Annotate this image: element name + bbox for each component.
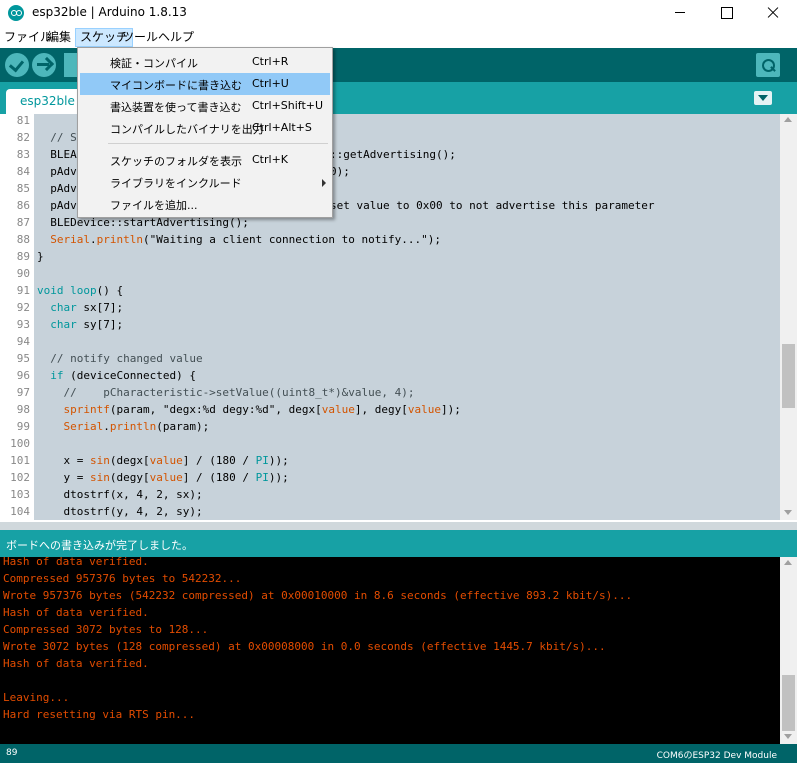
line-number: 93 <box>16 318 30 331</box>
line-number: 101 <box>10 454 30 467</box>
maximize-button[interactable] <box>703 0 749 26</box>
line-number: 83 <box>16 148 30 161</box>
line-number: 89 <box>16 250 30 263</box>
line-number: 104 <box>10 505 30 518</box>
line-number: 85 <box>16 182 30 195</box>
code-line: // S <box>37 131 77 144</box>
console-line: Wrote 957376 bytes (542232 compressed) a… <box>3 589 633 602</box>
line-number-gutter: 81 82 83 84 85 86 87 88 89 90 91 92 93 9… <box>0 114 34 520</box>
line-number: 100 <box>10 437 30 450</box>
code-line: dtostrf(x, 4, 2, sx); <box>37 488 203 501</box>
line-number: 87 <box>16 216 30 229</box>
code-line: dtostrf(y, 4, 2, sy); <box>37 505 203 518</box>
menu-item-show-sketch-folder[interactable]: スケッチのフォルダを表示 Ctrl+K <box>80 149 330 171</box>
line-number: 92 <box>16 301 30 314</box>
code-line: void loop() { <box>37 284 124 297</box>
menu-item-verify-compile[interactable]: 検証・コンパイル Ctrl+R <box>80 51 330 73</box>
code-line: Serial.println(param); <box>63 420 210 433</box>
code-line: sprintf(param, "degx:%d degy:%d", degx[v… <box>63 403 461 416</box>
menu-item-upload-using-programmer[interactable]: 書込装置を使って書き込む Ctrl+Shift+U <box>80 95 330 117</box>
menu-help[interactable]: ヘルプ <box>154 28 198 47</box>
code-line: BLEA::getAdvertising(); <box>37 148 456 161</box>
code-line: x = sin(degx[value] / (180 / PI)); <box>37 454 289 467</box>
line-number: 103 <box>10 488 30 501</box>
window-title: esp32ble | Arduino 1.8.13 <box>32 5 187 19</box>
console-line: Hash of data verified. <box>3 606 149 619</box>
console-line: Compressed 957376 bytes to 542232... <box>3 572 242 585</box>
close-button[interactable] <box>749 0 795 26</box>
serial-monitor-button[interactable] <box>756 53 780 77</box>
console-output[interactable]: Hash of data verified. Compressed 957376… <box>0 555 797 744</box>
code-line: if (deviceConnected) { <box>50 369 196 382</box>
line-number: 99 <box>16 420 30 433</box>
board-port-indicator: COM6のESP32 Dev Module <box>656 751 777 761</box>
line-number: 96 <box>16 369 30 382</box>
scroll-down-arrow-icon[interactable] <box>784 734 792 739</box>
code-line: char sy[7]; <box>50 318 124 331</box>
console-scrollbar[interactable] <box>780 557 797 744</box>
editor-scrollbar[interactable] <box>780 114 797 520</box>
console-line: Leaving... <box>3 691 70 704</box>
title-bar: esp32ble | Arduino 1.8.13 <box>0 0 797 26</box>
code-line: char sx[7]; <box>50 301 124 314</box>
console-line: Compressed 3072 bytes to 128... <box>3 623 209 636</box>
minimize-button[interactable] <box>657 0 703 26</box>
footer-bar: 89 COM6のESP32 Dev Module <box>0 744 797 763</box>
line-number: 82 <box>16 131 30 144</box>
panel-divider[interactable] <box>0 522 797 530</box>
code-line: // pCharacteristic->setValue((uint8_t*)&… <box>37 386 415 399</box>
line-number: 91 <box>16 284 30 297</box>
line-number: 97 <box>16 386 30 399</box>
scroll-up-arrow-icon[interactable] <box>784 560 792 565</box>
line-number: 86 <box>16 199 30 212</box>
line-number: 102 <box>10 471 30 484</box>
code-line: // notify changed value <box>37 352 203 365</box>
line-number: 98 <box>16 403 30 416</box>
console-line: Hash of data verified. <box>3 555 149 568</box>
code-line: y = sin(degy[value] / (180 / PI)); <box>37 471 289 484</box>
code-line: pAdv 0); <box>37 165 350 178</box>
console-line: Hash of data verified. <box>3 657 149 670</box>
code-line: pAdv set value to 0x00 to not advertise t… <box>37 199 655 212</box>
status-bar: ボードへの書き込みが完了しました。 <box>0 530 797 557</box>
console-line: Hard resetting via RTS pin... <box>3 708 196 721</box>
menu-item-add-file[interactable]: ファイルを追加... <box>80 193 330 215</box>
line-number: 90 <box>16 267 30 280</box>
menu-bar: ファイル 編集 スケッチ ツール ヘルプ <box>0 26 797 48</box>
scroll-down-arrow-icon[interactable] <box>784 510 792 515</box>
sketch-dropdown-menu: 検証・コンパイル Ctrl+R マイコンボードに書き込む Ctrl+U 書込装置… <box>77 47 333 218</box>
code-line: pAdv <box>37 182 77 195</box>
upload-button[interactable] <box>32 53 56 77</box>
menu-item-include-library[interactable]: ライブラリをインクルード <box>80 171 330 193</box>
line-number: 84 <box>16 165 30 178</box>
menu-separator <box>108 143 328 144</box>
status-message: ボードへの書き込みが完了しました。 <box>6 539 193 552</box>
menu-item-export-binary[interactable]: コンパイルしたバイナリを出力 Ctrl+Alt+S <box>80 117 330 139</box>
line-number: 88 <box>16 233 30 246</box>
line-number: 95 <box>16 352 30 365</box>
verify-button[interactable] <box>5 53 29 77</box>
line-indicator: 89 <box>6 748 18 758</box>
menu-item-upload[interactable]: マイコンボードに書き込む Ctrl+U <box>80 73 330 95</box>
new-sketch-button[interactable] <box>64 53 78 77</box>
submenu-chevron-right-icon <box>322 179 326 187</box>
editor-scroll-thumb[interactable] <box>782 344 795 408</box>
line-number: 81 <box>16 114 30 127</box>
scroll-up-arrow-icon[interactable] <box>784 117 792 122</box>
code-line: Serial.println("Waiting a client connect… <box>50 233 441 246</box>
tab-menu-chevron-down-icon[interactable] <box>754 91 772 105</box>
arduino-logo-icon <box>8 5 24 21</box>
code-line: } <box>37 250 44 263</box>
console-scroll-thumb[interactable] <box>782 675 795 731</box>
menu-edit[interactable]: 編集 <box>43 28 75 47</box>
console-line: Wrote 3072 bytes (128 compressed) at 0x0… <box>3 640 606 653</box>
line-number: 94 <box>16 335 30 348</box>
